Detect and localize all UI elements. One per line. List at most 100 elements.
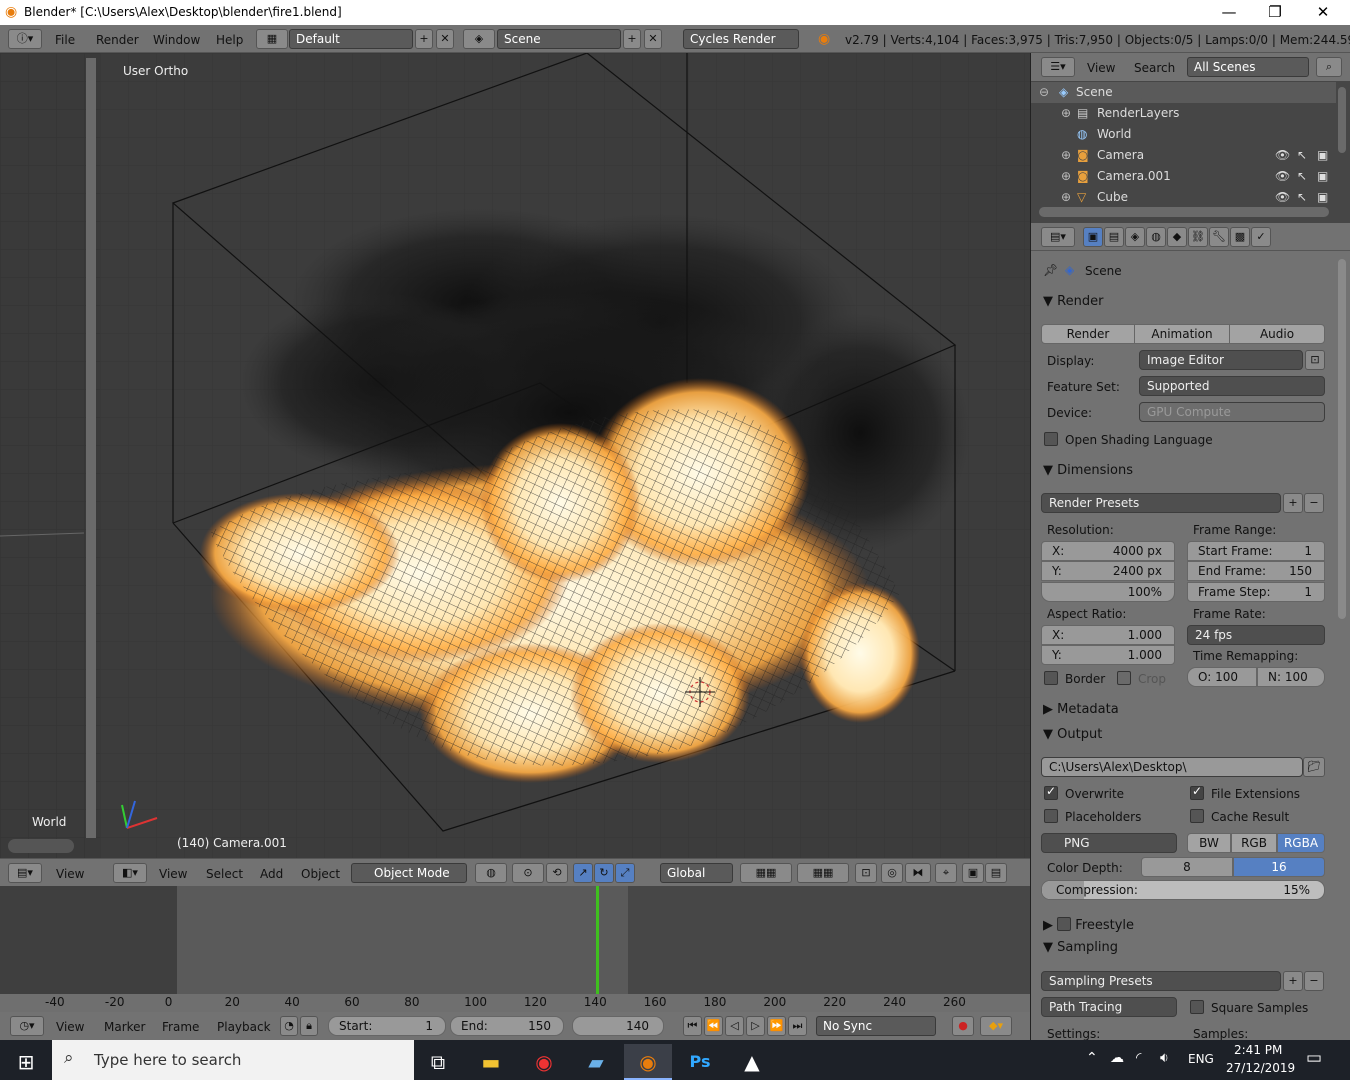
remap-new-field[interactable]: N: 100 <box>1257 667 1325 687</box>
menu-select[interactable]: Select <box>206 867 243 881</box>
render-anim-icon[interactable]: ▤ <box>985 863 1007 883</box>
texture-tab-icon[interactable]: ▩ <box>1230 227 1250 247</box>
outliner-row[interactable]: ⊕ ▽ Cube 👁︎ ↖ ▣ <box>1031 187 1336 208</box>
timeline-area[interactable] <box>0 886 1030 994</box>
outliner-row[interactable]: ⊕ ◙ Camera 👁︎ ↖ ▣ <box>1031 145 1336 166</box>
pin-icon[interactable]: 📌︎ <box>1043 263 1058 277</box>
scene-tab-icon[interactable]: ◈ <box>1125 227 1145 247</box>
add-sampling-preset-icon[interactable]: + <box>1283 971 1303 991</box>
outliner-row[interactable]: ⊕ ◙ Camera.001 👁︎ ↖ ▣ <box>1031 166 1336 187</box>
outliner-search-icon[interactable]: ⌕ <box>1316 57 1342 77</box>
close-button[interactable]: ✕ <box>1300 0 1346 25</box>
snap-target-icon[interactable]: ⌖ <box>935 863 957 883</box>
taskbar-search-box[interactable]: ⌕ Type here to search <box>52 1040 414 1080</box>
lock-interface-icon[interactable]: ⊡ <box>1305 350 1325 370</box>
menu-help[interactable]: Help <box>216 33 243 47</box>
fps-select[interactable]: 24 fps <box>1187 625 1325 645</box>
properties-editor-icon[interactable]: ▤▾ <box>1041 227 1075 247</box>
mode-selector[interactable]: Object Mode <box>351 863 467 883</box>
timeline-playback-menu[interactable]: Playback <box>217 1020 271 1034</box>
device-select[interactable]: GPU Compute <box>1139 402 1325 422</box>
display-select[interactable]: Image Editor <box>1139 350 1303 370</box>
square-samples-checkbox[interactable] <box>1190 1000 1204 1014</box>
renderable-camera-icon[interactable]: ▣ <box>1317 166 1328 187</box>
freestyle-panel-header[interactable]: ▶ Freestyle <box>1043 915 1134 933</box>
preview-range-icon[interactable]: ◔ <box>280 1016 298 1036</box>
osl-checkbox[interactable] <box>1044 432 1058 446</box>
notifications-icon[interactable]: ▭ <box>1306 1048 1322 1068</box>
render-button[interactable]: Render <box>1041 324 1135 344</box>
outliner-row[interactable]: ◍ World <box>1031 124 1336 145</box>
lock-range-icon[interactable]: 🔒︎ <box>300 1016 318 1036</box>
output-panel-header[interactable]: ▼ Output <box>1043 727 1102 742</box>
visibility-eye-icon[interactable]: 👁︎ <box>1275 187 1290 208</box>
cache-result-checkbox[interactable] <box>1190 809 1204 823</box>
info-editor-icon[interactable]: ⓘ▾ <box>8 29 42 49</box>
chrome-icon[interactable]: ◉ <box>520 1044 568 1080</box>
language-indicator[interactable]: ENG <box>1188 1052 1214 1066</box>
expand-icon[interactable]: ⊕ <box>1061 166 1071 187</box>
depth-16-button[interactable]: 16 <box>1233 857 1325 877</box>
outliner-hscrollbar[interactable] <box>1039 207 1329 217</box>
end-frame-field[interactable]: End: 150 <box>450 1016 564 1036</box>
outliner-row[interactable]: ⊖ ◈ Scene <box>1031 82 1336 103</box>
expand-icon[interactable]: ⊕ <box>1061 145 1071 166</box>
output-path-field[interactable]: C:\Users\Alex\Desktop\ <box>1041 757 1303 777</box>
placeholders-checkbox[interactable] <box>1044 809 1058 823</box>
add-preset-icon[interactable]: + <box>1283 493 1303 513</box>
collapse-icon[interactable]: ⊖ <box>1039 82 1049 103</box>
outliner-search-menu[interactable]: Search <box>1134 61 1175 75</box>
scale-icon[interactable]: ⤢ <box>615 863 635 883</box>
add-layout-icon[interactable]: + <box>415 29 433 49</box>
editor-type-icon[interactable]: ▤▾ <box>8 863 42 883</box>
physics-tab-icon[interactable]: ✓ <box>1251 227 1271 247</box>
end-frame-field[interactable]: End Frame: 150 <box>1187 561 1325 581</box>
jump-key-back-icon[interactable]: ⏪ <box>704 1016 723 1036</box>
3d-viewport[interactable]: User Ortho (140) Camera.001 <box>100 53 1030 858</box>
folder-browse-icon[interactable]: 📁︎ <box>1303 757 1325 777</box>
timeline-marker-menu[interactable]: Marker <box>104 1020 145 1034</box>
visibility-eye-icon[interactable]: 👁︎ <box>1275 166 1290 187</box>
jump-end-icon[interactable]: ⏭ <box>788 1016 807 1036</box>
render-panel-header[interactable]: ▼ Render <box>1043 294 1103 309</box>
menu-window[interactable]: Window <box>153 33 200 47</box>
scene-icon[interactable]: ◈ <box>463 29 495 49</box>
aspect-x-field[interactable]: X: 1.000 <box>1041 625 1175 645</box>
res-percentage-field[interactable]: 100% <box>1041 582 1175 602</box>
constraints-tab-icon[interactable]: ⛓ <box>1188 227 1208 247</box>
remove-layout-icon[interactable]: ✕ <box>436 29 454 49</box>
select-arrow-icon[interactable]: ↖ <box>1297 187 1307 208</box>
keying-set-icon[interactable]: ◆▾ <box>980 1016 1012 1036</box>
world-tab-icon[interactable]: ◍ <box>1146 227 1166 247</box>
add-scene-icon[interactable]: + <box>623 29 641 49</box>
layers-2-icon[interactable]: ▦▦ <box>797 863 849 883</box>
remap-old-field[interactable]: O: 100 <box>1187 667 1257 687</box>
remove-scene-icon[interactable]: ✕ <box>644 29 662 49</box>
pivot-icon[interactable]: ⊙ <box>512 863 544 883</box>
maximize-button[interactable]: ❐ <box>1252 0 1298 25</box>
windows-start-icon[interactable]: ⊞ <box>2 1044 50 1080</box>
volume-icon[interactable]: 🔉︎ <box>1160 1050 1169 1066</box>
file-explorer-icon[interactable]: ▬ <box>467 1044 515 1080</box>
app-icon[interactable]: ▰ <box>572 1044 620 1080</box>
clock-date[interactable]: 27/12/2019 <box>1226 1061 1295 1075</box>
file-format-select[interactable]: PNG <box>1041 833 1177 853</box>
timeline-frame-menu[interactable]: Frame <box>162 1020 199 1034</box>
translate-icon[interactable]: ↗ <box>573 863 593 883</box>
res-x-field[interactable]: X: 4000 px <box>1041 541 1175 561</box>
sampling-panel-header[interactable]: ▼ Sampling <box>1043 940 1118 955</box>
outliner-vscrollbar[interactable] <box>1338 87 1346 153</box>
render-tab-icon[interactable]: ▣ <box>1083 227 1103 247</box>
blender-taskbar-icon[interactable]: ◉ <box>624 1044 672 1080</box>
play-icon[interactable]: ▷ <box>746 1016 765 1036</box>
menu-add[interactable]: Add <box>260 867 283 881</box>
properties-scrollbar[interactable] <box>1338 259 1346 619</box>
record-icon[interactable]: ● <box>952 1016 974 1036</box>
remove-sampling-preset-icon[interactable]: − <box>1304 971 1324 991</box>
metadata-panel-header[interactable]: ▶ Metadata <box>1043 702 1119 717</box>
timeline-ruler[interactable]: -40 -20 0 20 40 60 80 100 120 140 160 180 200 220 240 2… <box>0 994 1030 1012</box>
start-frame-field[interactable]: Start Frame: 1 <box>1187 541 1325 561</box>
task-view-icon[interactable]: ⧉ <box>414 1044 462 1080</box>
scene-selector[interactable]: Scene <box>497 29 621 49</box>
expand-icon[interactable]: ⊕ <box>1061 103 1071 124</box>
